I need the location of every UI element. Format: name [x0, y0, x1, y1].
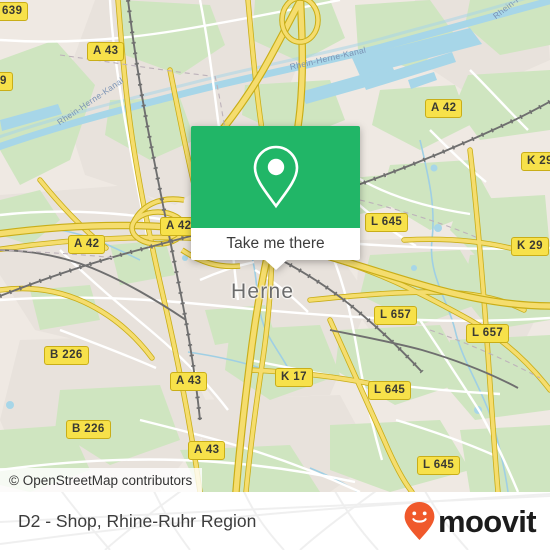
road-shield: L 657	[466, 324, 510, 343]
moovit-logo[interactable]: moovit	[403, 492, 537, 550]
road-shield: A 43	[188, 441, 226, 460]
map-screenshot: 639 9 A 43 A 42 K 29 A 42 L 645 A 42 K 2…	[0, 0, 550, 550]
moovit-smiley-pin-icon	[404, 502, 435, 540]
road-shield: 639	[0, 2, 29, 21]
take-me-there-button[interactable]: Take me there	[226, 235, 324, 253]
road-shield: 9	[0, 72, 13, 91]
road-shield: A 43	[87, 42, 125, 61]
road-shield: B 226	[66, 420, 111, 439]
footer-bar: D2 - Shop, Rhine-Ruhr Region moovit	[0, 492, 550, 550]
road-shield: L 645	[417, 456, 461, 475]
location-popup-card[interactable]: Take me there	[191, 126, 360, 270]
location-pin-icon	[253, 145, 298, 209]
road-shield: A 42	[425, 99, 463, 118]
page-title: D2 - Shop, Rhine-Ruhr Region	[18, 492, 256, 550]
road-shield: L 645	[368, 381, 412, 400]
moovit-wordmark: moovit	[437, 503, 537, 539]
road-shield: B 226	[44, 346, 89, 365]
road-shield: K 29	[521, 152, 550, 171]
popup-tail	[264, 260, 287, 270]
osm-attribution[interactable]: © OpenStreetMap contributors	[0, 468, 203, 492]
page-title-text: D2 - Shop, Rhine-Ruhr Region	[18, 510, 257, 531]
map-canvas[interactable]: 639 9 A 43 A 42 K 29 A 42 L 645 A 42 K 2…	[0, 0, 550, 492]
road-shield: L 645	[365, 213, 409, 232]
osm-attribution-text: © OpenStreetMap contributors	[9, 472, 193, 488]
road-shield: K 17	[275, 368, 313, 387]
popup-header	[191, 126, 360, 228]
road-shield: L 657	[374, 306, 418, 325]
road-shield: A 43	[170, 372, 208, 391]
road-shield: K 29	[511, 237, 549, 256]
popup-action-row[interactable]: Take me there	[191, 228, 360, 260]
road-shield: A 42	[68, 235, 106, 254]
place-label-herne: Herne	[231, 280, 295, 303]
